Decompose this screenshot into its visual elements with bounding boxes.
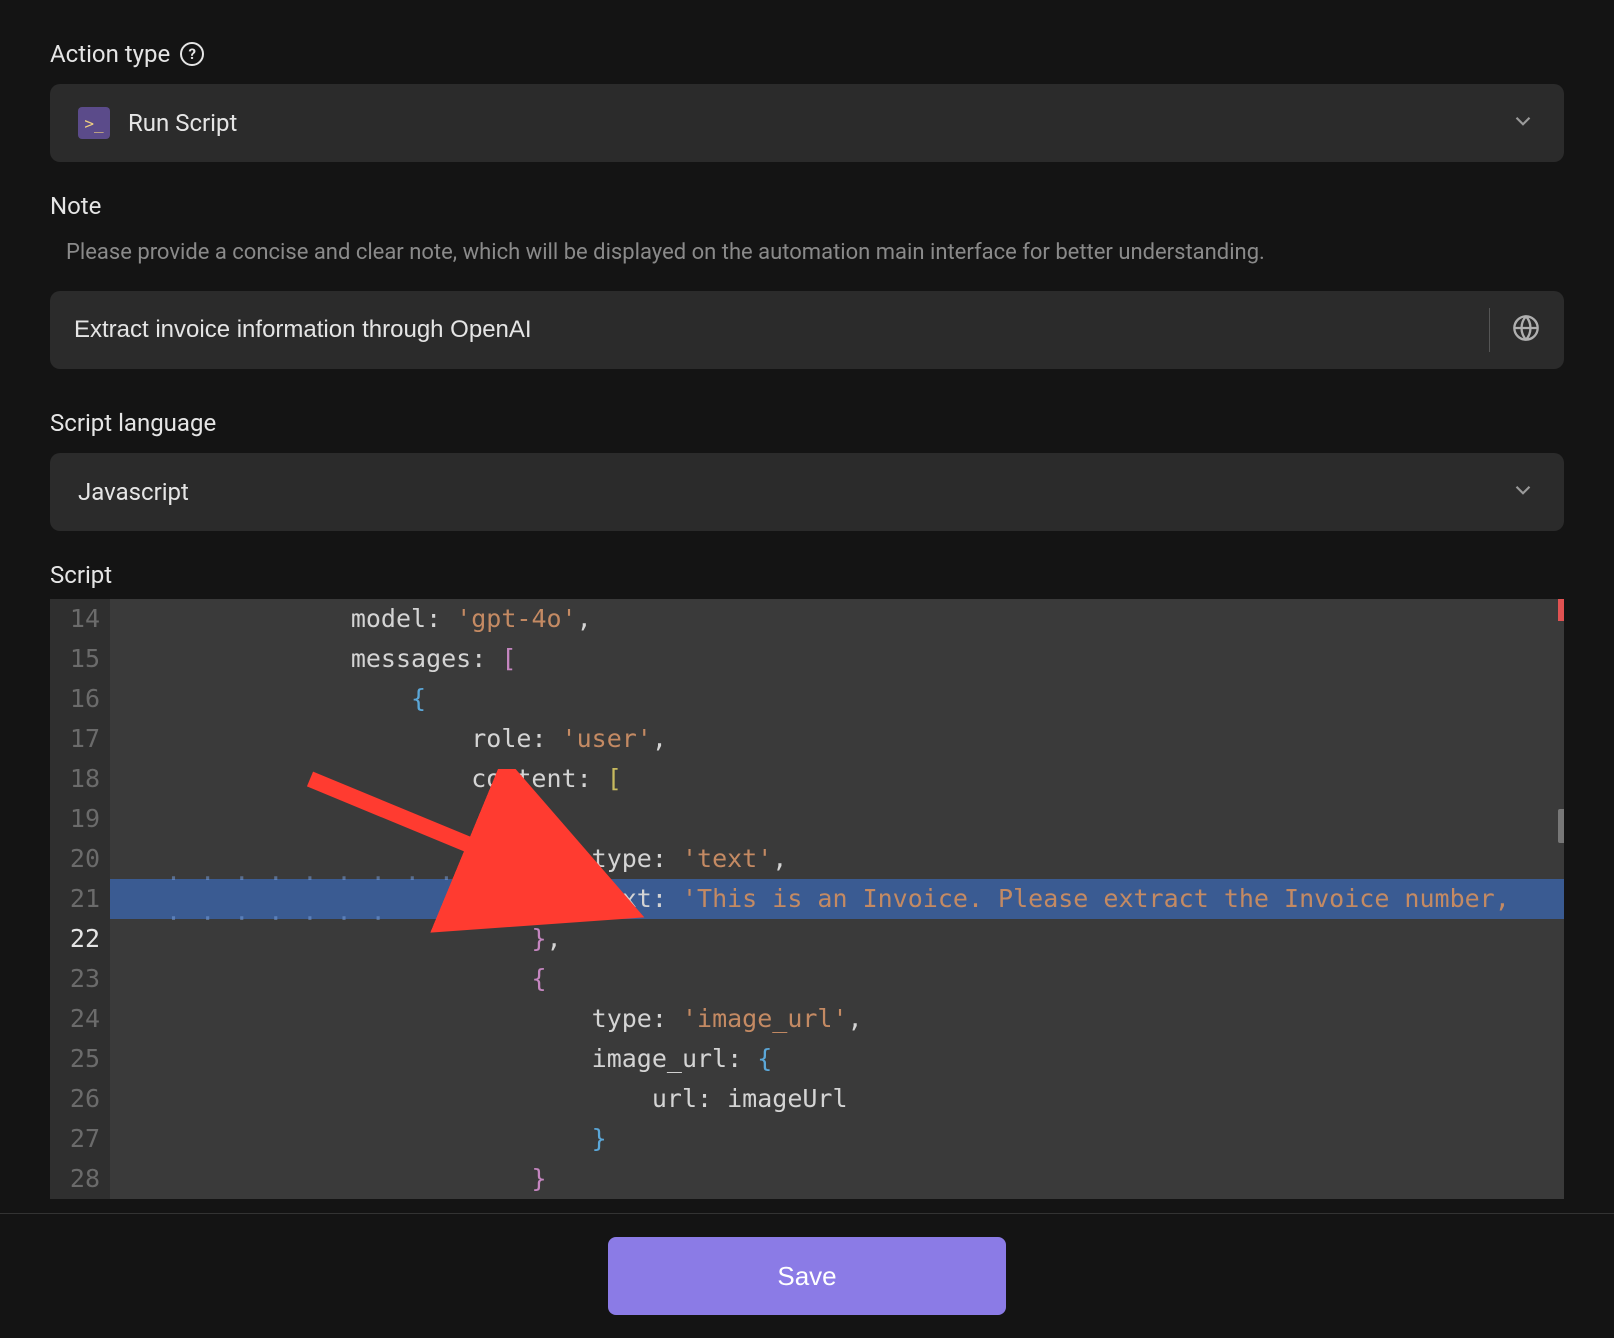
script-editor[interactable]: 141516171819202122232425262728 · · · · ·…: [50, 599, 1564, 1199]
save-button[interactable]: Save: [608, 1237, 1006, 1315]
note-input-container[interactable]: [50, 291, 1564, 369]
code-line[interactable]: url: imageUrl: [110, 1079, 1564, 1119]
code-line[interactable]: },: [110, 919, 1564, 959]
code-line[interactable]: {: [110, 799, 1564, 839]
chevron-down-icon: [1510, 108, 1536, 138]
code-line[interactable]: }: [110, 1159, 1564, 1199]
gutter-line: 24: [50, 999, 100, 1039]
gutter-line: 17: [50, 719, 100, 759]
gutter-line: 15: [50, 639, 100, 679]
gutter-line: 27: [50, 1119, 100, 1159]
code-line[interactable]: messages: [: [110, 639, 1564, 679]
gutter-line: 18: [50, 759, 100, 799]
gutter-line: 16: [50, 679, 100, 719]
script-label: Script: [50, 561, 1564, 589]
script-language-value: Javascript: [78, 478, 189, 506]
code-line[interactable]: text: 'This is an Invoice. Please extrac…: [110, 879, 1564, 919]
gutter-line: 22: [50, 919, 100, 959]
code-line[interactable]: {: [110, 679, 1564, 719]
gutter-line: 21: [50, 879, 100, 919]
gutter-line: 28: [50, 1159, 100, 1199]
help-icon[interactable]: ?: [180, 42, 204, 66]
code-line[interactable]: type: 'image_url',: [110, 999, 1564, 1039]
gutter-line: 20: [50, 839, 100, 879]
globe-icon[interactable]: [1512, 314, 1540, 346]
code-line[interactable]: image_url: {: [110, 1039, 1564, 1079]
code-line[interactable]: content: [: [110, 759, 1564, 799]
footer-bar: Save: [0, 1213, 1614, 1338]
code-line[interactable]: {: [110, 959, 1564, 999]
chevron-down-icon: [1510, 477, 1536, 507]
gutter-line: 23: [50, 959, 100, 999]
script-icon: >_: [78, 107, 110, 139]
code-line[interactable]: }: [110, 1119, 1564, 1159]
action-type-select[interactable]: >_ Run Script: [50, 84, 1564, 162]
script-language-label: Script language: [50, 409, 216, 437]
gutter-line: 26: [50, 1079, 100, 1119]
code-line[interactable]: role: 'user',: [110, 719, 1564, 759]
gutter-line: 19: [50, 799, 100, 839]
note-label: Note: [50, 192, 101, 220]
action-type-label: Action type: [50, 40, 170, 68]
gutter-line: 25: [50, 1039, 100, 1079]
script-language-select[interactable]: Javascript: [50, 453, 1564, 531]
note-description: Please provide a concise and clear note,…: [66, 236, 1564, 269]
action-type-value: Run Script: [128, 109, 237, 137]
note-input[interactable]: [74, 316, 1473, 344]
code-line[interactable]: type: 'text',: [110, 839, 1564, 879]
code-line[interactable]: model: 'gpt-4o',: [110, 599, 1564, 639]
gutter-line: 14: [50, 599, 100, 639]
